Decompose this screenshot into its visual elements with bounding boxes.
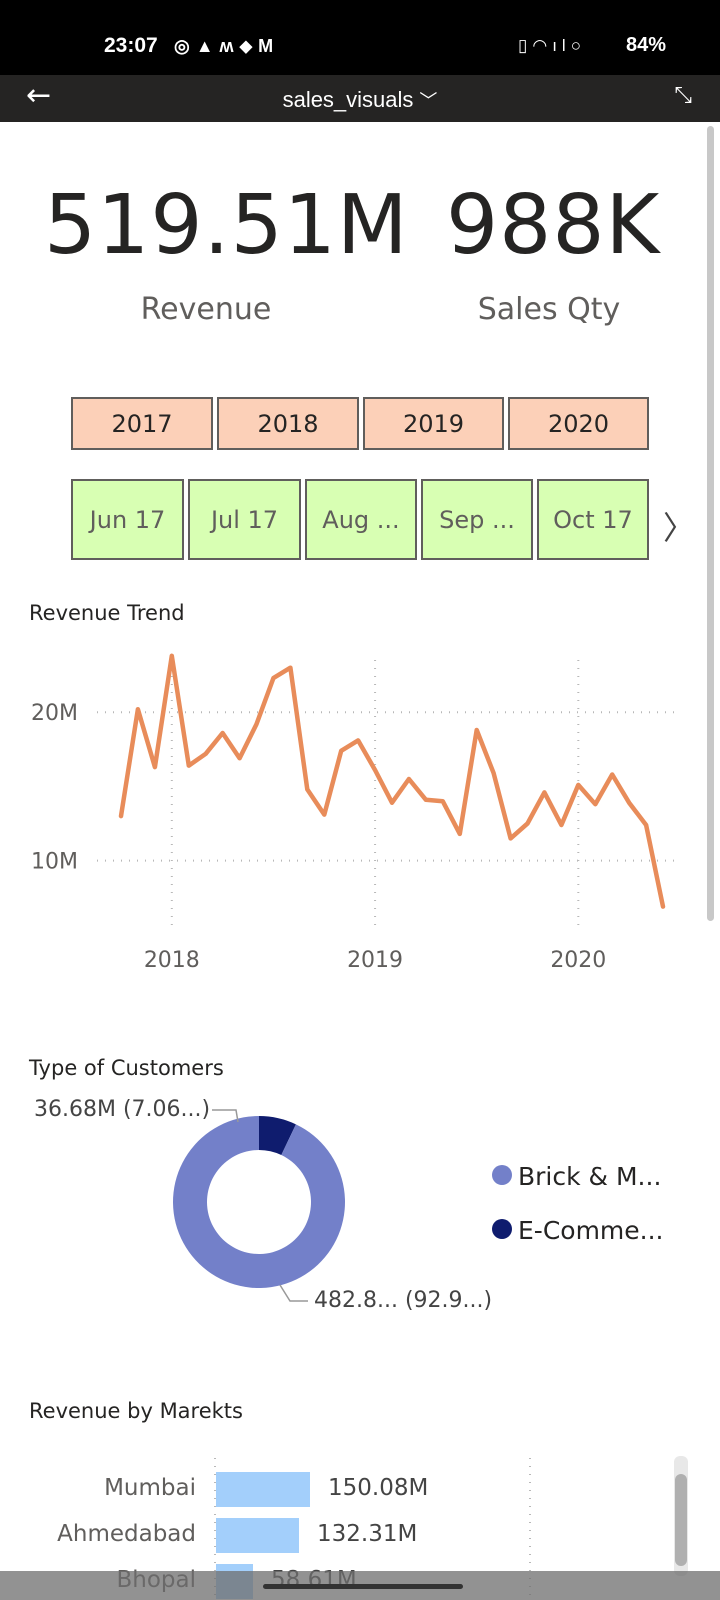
gmail-icon: M: [258, 36, 280, 56]
legend-label: E-Comme...: [518, 1216, 664, 1245]
data-point[interactable]: [338, 748, 344, 754]
legend-dot-icon: [492, 1219, 512, 1239]
data-point[interactable]: [372, 767, 378, 773]
x-tick-label: 2019: [347, 948, 403, 973]
legend-item-ecommerce[interactable]: E-Comme...: [492, 1216, 664, 1245]
data-point[interactable]: [626, 800, 632, 806]
data-point[interactable]: [389, 800, 395, 806]
sales-qty-kpi-label: Sales Qty: [477, 292, 621, 327]
report-title-dropdown[interactable]: sales_visuals ﹀: [0, 87, 720, 113]
m-icon: ʍ: [219, 36, 240, 56]
data-point[interactable]: [321, 812, 327, 818]
y-tick-label: 10M: [31, 850, 78, 875]
bar-data-label: 132.31M: [317, 1521, 418, 1547]
app-bar: ← sales_visuals ﹀ ⤡: [0, 75, 720, 122]
revenue-trend-chart[interactable]: 10M 20M 2018 2019 2020: [0, 630, 720, 980]
data-point[interactable]: [220, 730, 226, 736]
data-point[interactable]: [457, 831, 463, 837]
data-point[interactable]: [643, 822, 649, 828]
data-point[interactable]: [609, 772, 615, 778]
data-point[interactable]: [186, 763, 192, 769]
revenue-kpi-label: Revenue: [140, 292, 272, 327]
data-point[interactable]: [237, 755, 243, 761]
revenue-by-markets-title: Revenue by Marekts: [29, 1399, 243, 1423]
legend-label: Brick & M...: [518, 1162, 662, 1191]
data-point[interactable]: [575, 782, 581, 788]
data-point[interactable]: [660, 904, 666, 910]
month-slicer-item[interactable]: Oct 17: [537, 479, 649, 560]
data-point[interactable]: [287, 665, 293, 671]
market-bar[interactable]: [216, 1472, 310, 1507]
data-point[interactable]: [304, 786, 310, 792]
data-point[interactable]: [135, 706, 141, 712]
chevron-down-icon: ﹀: [419, 91, 438, 111]
bar-category-label: Mumbai: [104, 1475, 196, 1501]
data-point[interactable]: [152, 764, 158, 770]
y-tick-label: 20M: [31, 701, 78, 726]
data-point[interactable]: [423, 797, 429, 803]
battery-saver-icon: ○: [570, 36, 586, 55]
notification-icons: ◎▲ʍ⬥M: [174, 36, 279, 57]
vibrate-icon: ▯: [518, 36, 533, 55]
year-slicer-2018[interactable]: 2018: [217, 397, 359, 450]
bar-data-label: 150.08M: [328, 1475, 429, 1501]
x-tick-label: 2018: [144, 948, 200, 973]
legend-dot-icon: [492, 1165, 512, 1185]
leader-line: [279, 1284, 308, 1302]
legend-item-brick[interactable]: Brick & M...: [492, 1162, 661, 1191]
customer-type-title: Type of Customers: [29, 1056, 224, 1080]
sales-qty-kpi-value: 988K: [446, 178, 661, 273]
month-slicer-item[interactable]: Aug ...: [305, 479, 417, 560]
revenue-series-line[interactable]: [118, 653, 666, 909]
report-title: sales_visuals: [282, 87, 414, 112]
month-slicer-item[interactable]: Jun 17: [71, 479, 184, 560]
status-bar: 23:07 ◎▲ʍ⬥M ▯◠ıl○ 84%: [0, 0, 720, 75]
data-point[interactable]: [491, 770, 497, 776]
collapse-icon[interactable]: ⤡: [674, 83, 692, 108]
instagram-icon: ◎: [174, 36, 196, 56]
revenue-kpi-value: 519.51M: [44, 178, 409, 273]
scrollbar-thumb[interactable]: [675, 1474, 687, 1566]
chevron-right-icon[interactable]: 〉: [663, 503, 695, 549]
data-point[interactable]: [406, 776, 412, 782]
assistant-icon: ▲: [195, 36, 220, 56]
donut-data-label: 482.8... (92.9...): [314, 1288, 493, 1313]
data-point[interactable]: [355, 737, 361, 743]
data-point[interactable]: [169, 653, 175, 659]
data-point[interactable]: [270, 675, 276, 681]
revenue-trend-title: Revenue Trend: [29, 601, 185, 625]
wifi-icon: ◠: [532, 36, 553, 55]
month-slicer-item[interactable]: Jul 17: [188, 479, 301, 560]
system-icons: ▯◠ıl○: [518, 36, 586, 56]
data-point[interactable]: [254, 721, 260, 727]
donut-slice-brick[interactable]: [173, 1116, 345, 1288]
clock: 23:07: [104, 34, 158, 57]
x-tick-label: 2020: [550, 948, 606, 973]
year-slicer-2020[interactable]: 2020: [508, 397, 649, 450]
year-slicer-2017[interactable]: 2017: [71, 397, 213, 450]
year-slicer-2019[interactable]: 2019: [363, 397, 504, 450]
data-point[interactable]: [558, 822, 564, 828]
market-chart-scrollbar[interactable]: [674, 1456, 688, 1576]
signal-icon: ıl: [552, 36, 571, 55]
data-point[interactable]: [508, 835, 514, 841]
donut-data-label: 36.68M (7.06...): [34, 1097, 211, 1122]
month-slicer-item[interactable]: Sep ...: [421, 479, 533, 560]
data-point[interactable]: [474, 727, 480, 733]
data-point[interactable]: [118, 813, 124, 819]
data-point[interactable]: [203, 751, 209, 757]
bar-category-label: Ahmedabad: [57, 1521, 196, 1547]
gesture-bar: [0, 1571, 720, 1600]
battery-level: 84%: [625, 34, 666, 56]
link-icon: ⬥: [239, 36, 259, 56]
data-point[interactable]: [440, 798, 446, 804]
data-point[interactable]: [525, 821, 531, 827]
data-point[interactable]: [592, 801, 598, 807]
market-bar[interactable]: [216, 1518, 299, 1553]
data-point[interactable]: [541, 789, 547, 795]
home-indicator[interactable]: [263, 1584, 463, 1589]
